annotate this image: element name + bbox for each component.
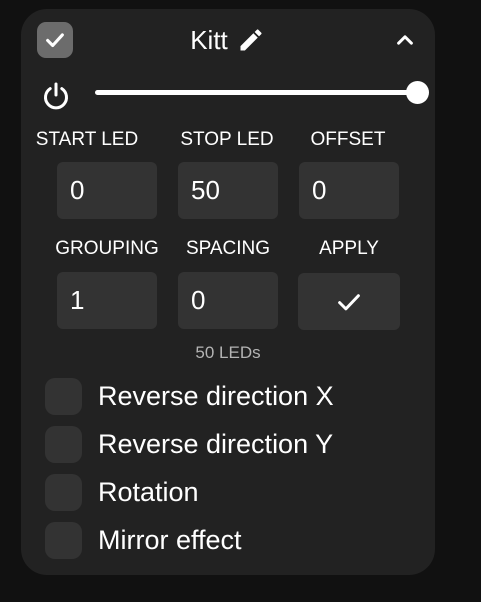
apply-button[interactable] bbox=[298, 273, 400, 330]
spacing-label: SPACING bbox=[185, 238, 271, 259]
segment-name[interactable]: Kitt bbox=[190, 22, 228, 58]
check-icon bbox=[338, 293, 360, 310]
pencil-icon bbox=[240, 29, 262, 51]
grouping-input[interactable]: 1 bbox=[57, 272, 157, 329]
reverse-x-label: Reverse direction X bbox=[98, 381, 334, 411]
offset-input[interactable]: 0 bbox=[299, 162, 399, 219]
reverse-y-checkbox[interactable] bbox=[45, 425, 82, 463]
option-rotation[interactable]: Rotation bbox=[45, 473, 199, 511]
option-reverse-y[interactable]: Reverse direction Y bbox=[45, 425, 333, 463]
offset-label: OFFSET bbox=[310, 129, 386, 150]
brightness-slider-thumb[interactable] bbox=[406, 81, 429, 104]
stop-led-input[interactable]: 50 bbox=[178, 162, 278, 219]
start-led-input[interactable]: 0 bbox=[57, 162, 157, 219]
mirror-effect-checkbox[interactable] bbox=[45, 521, 82, 559]
reverse-x-checkbox[interactable] bbox=[45, 377, 82, 415]
reverse-y-label: Reverse direction Y bbox=[98, 429, 334, 459]
brightness-slider-track[interactable] bbox=[95, 90, 417, 95]
rotation-checkbox[interactable] bbox=[45, 473, 82, 511]
rotation-label: Rotation bbox=[98, 477, 199, 507]
power-toggle-button[interactable] bbox=[40, 80, 72, 112]
segment-select-checkbox[interactable] bbox=[37, 22, 73, 58]
option-reverse-x[interactable]: Reverse direction X bbox=[45, 377, 334, 415]
chevron-up-icon bbox=[397, 35, 413, 45]
collapse-button[interactable] bbox=[390, 25, 420, 55]
check-icon bbox=[46, 33, 64, 48]
segment-card: Kitt START LED STOP LED OFFSET 0 50 0 GR… bbox=[21, 9, 435, 575]
led-count: 50 LEDs bbox=[195, 343, 261, 362]
option-mirror-effect[interactable]: Mirror effect bbox=[45, 521, 242, 559]
brightness-slider[interactable] bbox=[95, 81, 429, 105]
stop-led-label: STOP LED bbox=[180, 129, 274, 150]
mirror-effect-label: Mirror effect bbox=[98, 525, 242, 555]
apply-label: APPLY bbox=[319, 238, 379, 259]
power-icon bbox=[44, 82, 68, 110]
grouping-label: GROUPING bbox=[55, 238, 159, 259]
start-led-label: START LED bbox=[35, 129, 139, 150]
edit-name-button[interactable] bbox=[236, 25, 266, 55]
spacing-input[interactable]: 0 bbox=[178, 272, 278, 329]
